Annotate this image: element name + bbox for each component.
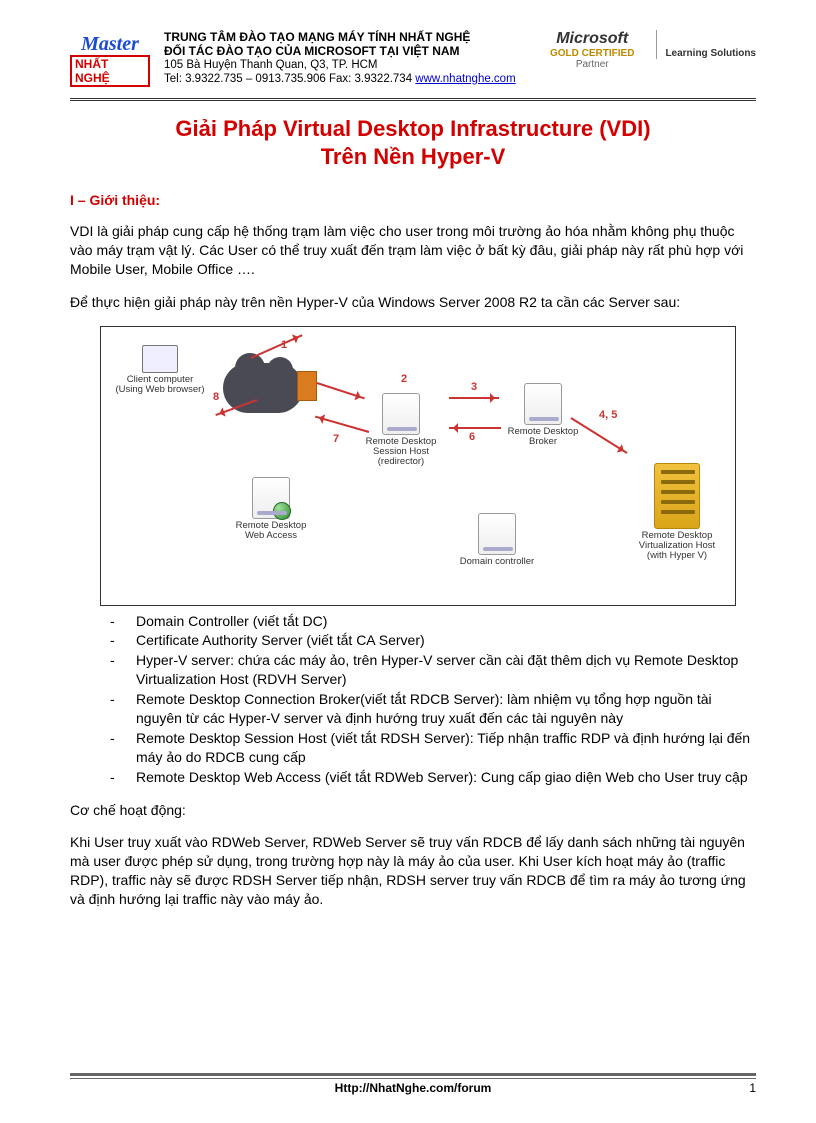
footer-link[interactable]: Http://NhatNghe.com/forum <box>90 1081 736 1095</box>
server-icon <box>478 513 516 555</box>
rdcb-label: Remote Desktop Broker <box>493 427 593 448</box>
page-header: Master NHẤT NGHỆ TRUNG TÂM ĐÀO TẠO MẠNG … <box>70 30 756 92</box>
footer-rule <box>70 1073 756 1079</box>
list-item: Remote Desktop Session Host (viết tắt RD… <box>110 729 756 767</box>
server-icon <box>524 383 562 425</box>
header-text: TRUNG TÂM ĐÀO TẠO MẠNG MÁY TÍNH NHẤT NGH… <box>164 30 536 86</box>
paragraph-intro: VDI là giải pháp cung cấp hệ thống trạm … <box>70 222 756 279</box>
arrow-label-2: 2 <box>401 373 407 385</box>
list-item: Remote Desktop Web Access (viết tắt RDWe… <box>110 768 756 787</box>
arrow-label-45: 4, 5 <box>599 409 617 421</box>
node-rdwa: Remote Desktop Web Access <box>221 477 321 542</box>
partner-label: Partner <box>550 59 634 70</box>
arrow-label-6: 6 <box>469 431 475 443</box>
arrow-label-3: 3 <box>471 381 477 393</box>
page-title: Giải Pháp Virtual Desktop Infrastructure… <box>70 115 756 170</box>
list-item: Remote Desktop Connection Broker(viết tắ… <box>110 690 756 728</box>
node-rdcb: Remote Desktop Broker <box>493 383 593 448</box>
paragraph-requirements: Để thực hiện giải pháp này trên nền Hype… <box>70 293 756 312</box>
architecture-diagram: Client computer (Using Web browser) Remo… <box>100 326 736 606</box>
client-label: Client computer (Using Web browser) <box>115 375 205 396</box>
header-rule <box>70 98 756 101</box>
node-client: Client computer (Using Web browser) <box>115 345 205 396</box>
gold-certified: GOLD CERTIFIED <box>550 48 634 59</box>
header-line2: ĐỐI TÁC ĐÀO TẠO CỦA MICROSOFT TẠI VIỆT N… <box>164 44 536 58</box>
header-line1: TRUNG TÂM ĐÀO TẠO MẠNG MÁY TÍNH NHẤT NGH… <box>164 30 536 44</box>
node-cloud <box>223 363 303 413</box>
paragraph-mechanism-h: Cơ chế hoạt động: <box>70 801 756 820</box>
server-icon <box>382 393 420 435</box>
brand-logo: Master NHẤT NGHỆ <box>70 30 150 92</box>
list-item: Certificate Authority Server (viết tắt C… <box>110 631 756 650</box>
globe-icon <box>273 502 291 520</box>
arrow-label-8: 8 <box>213 391 219 403</box>
header-link[interactable]: www.nhatnghe.com <box>415 73 515 85</box>
node-rdvh: Remote Desktop Virtualization Host (with… <box>625 463 729 562</box>
node-dc: Domain controller <box>447 513 547 567</box>
logo-bottom: NHẤT NGHỆ <box>70 55 150 87</box>
title-line1: Giải Pháp Virtual Desktop Infrastructure… <box>70 115 756 143</box>
page-footer: Http://NhatNghe.com/forum 1 <box>70 1073 756 1095</box>
header-line4: Tel: 3.9322.735 – 0913.735.906 Fax: 3.93… <box>164 73 536 87</box>
arrow-1 <box>251 334 303 359</box>
title-line2: Trên Nền Hyper-V <box>70 143 756 171</box>
header-contact: Tel: 3.9322.735 – 0913.735.906 Fax: 3.93… <box>164 73 415 85</box>
arrow-3 <box>449 397 499 399</box>
dc-label: Domain controller <box>447 557 547 567</box>
rdvh-label: Remote Desktop Virtualization Host (with… <box>625 531 729 562</box>
firewall-icon <box>297 371 317 401</box>
arrow-label-1: 1 <box>281 339 287 351</box>
header-line3: 105 Bà Huyện Thanh Quan, Q3, TP. HCM <box>164 59 536 73</box>
list-item: Hyper-V server: chứa các máy ảo, trên Hy… <box>110 651 756 689</box>
arrow-6 <box>449 427 501 429</box>
ms-badge: Microsoft GOLD CERTIFIED Partner <box>550 30 634 70</box>
server-list: Domain Controller (viết tắt DC) Certific… <box>110 612 756 787</box>
rack-icon <box>654 463 700 529</box>
paragraph-mechanism: Khi User truy xuất vào RDWeb Server, RDW… <box>70 833 756 909</box>
arrow-label-7: 7 <box>333 433 339 445</box>
rdsh-label: Remote Desktop Session Host (redirector) <box>351 437 451 468</box>
learning-solutions: Learning Solutions <box>656 30 756 59</box>
cloud-icon <box>223 363 303 413</box>
microsoft-logo: Microsoft <box>550 30 634 48</box>
list-item: Domain Controller (viết tắt DC) <box>110 612 756 631</box>
server-icon <box>252 477 290 519</box>
logo-top: Master <box>81 35 139 53</box>
section-heading: I – Giới thiệu: <box>70 192 756 208</box>
monitor-icon <box>142 345 178 373</box>
page-number: 1 <box>736 1081 756 1095</box>
arrow-2 <box>317 382 365 399</box>
rdwa-label: Remote Desktop Web Access <box>221 521 321 542</box>
